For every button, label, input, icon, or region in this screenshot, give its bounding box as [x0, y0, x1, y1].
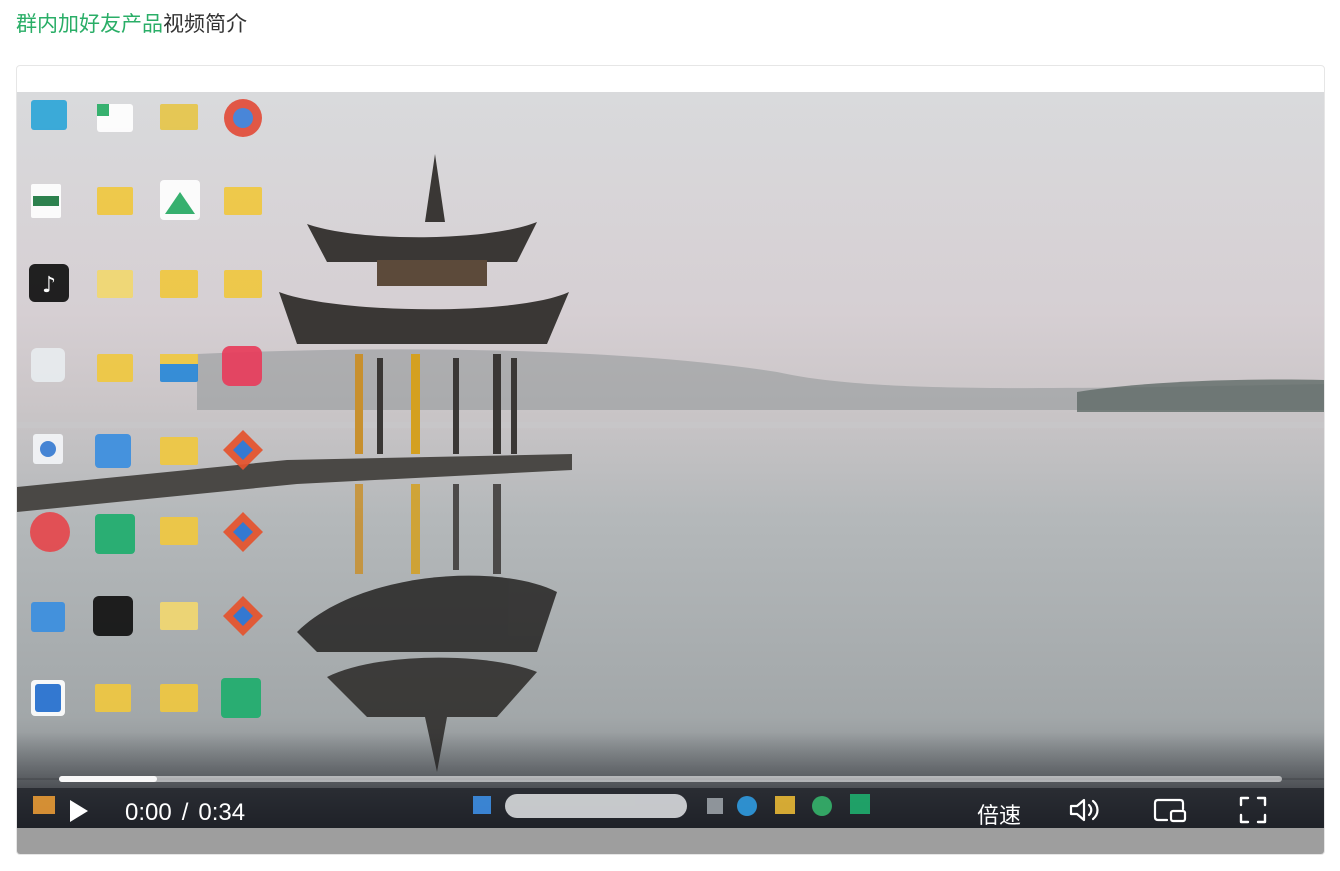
- video-frame: ♪: [17, 92, 1324, 828]
- fullscreen-icon: [1239, 796, 1267, 824]
- pip-button[interactable]: [1152, 795, 1188, 825]
- current-time: 0:00: [125, 799, 172, 826]
- duration: 0:34: [198, 799, 246, 826]
- volume-icon: [1069, 798, 1099, 822]
- section-heading: 群内加好友产品视频简介: [16, 9, 247, 39]
- play-button[interactable]: [63, 796, 93, 826]
- player-bottom-shade: [17, 828, 1324, 854]
- svg-text:♪: ♪: [42, 273, 56, 298]
- play-icon: [70, 800, 88, 822]
- heading-link[interactable]: 群内加好友产品: [16, 12, 163, 36]
- video-controls: 0:00 / 0:34 倍速: [17, 788, 1324, 828]
- time-display: 0:00 / 0:34: [125, 799, 245, 827]
- volume-button[interactable]: [1067, 795, 1103, 825]
- progress-bar[interactable]: [59, 776, 1282, 782]
- progress-fill: [59, 776, 157, 782]
- speed-button[interactable]: 倍速: [977, 798, 1021, 828]
- time-separator: /: [181, 799, 189, 826]
- heading-text: 视频简介: [163, 12, 247, 36]
- video-card: ♪ 0:00 / 0:34 倍速: [16, 65, 1325, 855]
- fullscreen-button[interactable]: [1237, 795, 1269, 825]
- video-player[interactable]: ♪ 0:00 / 0:34 倍速: [17, 92, 1324, 828]
- picture-in-picture-icon: [1153, 798, 1187, 823]
